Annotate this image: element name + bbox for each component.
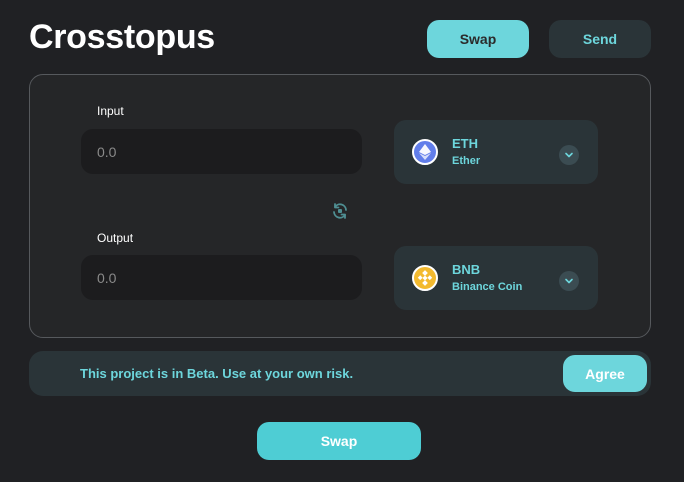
chevron-down-icon[interactable] [559, 271, 579, 291]
output-label: Output [97, 231, 134, 245]
input-token-name: Ether [452, 155, 481, 167]
app-title: Crosstopus [29, 18, 215, 56]
input-amount-field[interactable] [81, 129, 362, 174]
output-token-name: Binance Coin [452, 281, 523, 293]
beta-warning-banner: This project is in Beta. Use at your own… [29, 351, 651, 396]
input-token-symbol: ETH [452, 136, 478, 151]
swap-panel: Input ETH Ether [29, 74, 651, 338]
nav-swap-button[interactable]: Swap [427, 20, 529, 58]
output-token-select[interactable]: BNB Binance Coin [394, 246, 598, 310]
binance-icon [412, 265, 438, 291]
beta-warning-text: This project is in Beta. Use at your own… [80, 366, 354, 381]
app-root: Crosstopus Swap Send Input ETH Ether [0, 0, 684, 482]
agree-button[interactable]: Agree [563, 355, 647, 392]
nav-send-button[interactable]: Send [549, 20, 651, 58]
chevron-down-icon[interactable] [559, 145, 579, 165]
ethereum-icon [412, 139, 438, 165]
input-label: Input [97, 104, 124, 118]
output-token-symbol: BNB [452, 262, 481, 277]
switch-direction-icon[interactable] [331, 202, 349, 220]
input-token-select[interactable]: ETH Ether [394, 120, 598, 184]
swap-submit-button[interactable]: Swap [257, 422, 421, 460]
output-amount-field[interactable] [81, 255, 362, 300]
